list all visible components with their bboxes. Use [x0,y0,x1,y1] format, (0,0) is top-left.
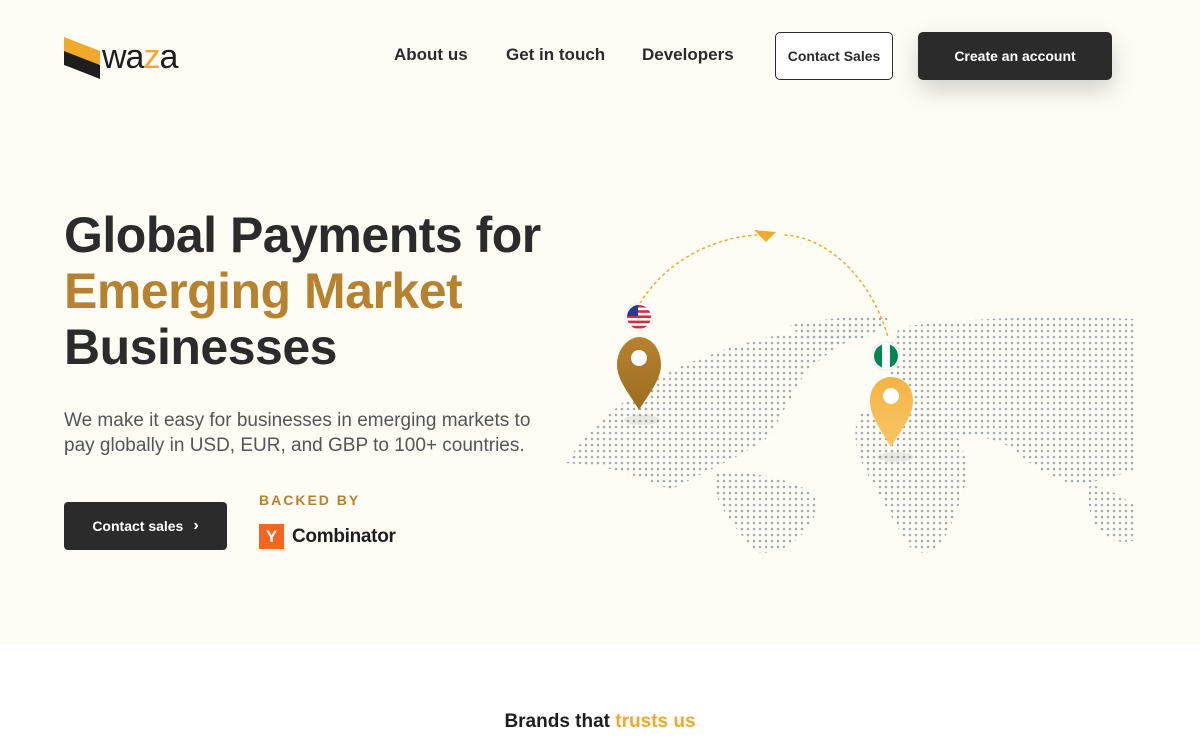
ycombinator-logo: Y Combinator [259,524,396,549]
backed-by-label: BACKED BY [259,492,361,508]
create-account-button[interactable]: Create an account [918,32,1112,80]
hero-headline: Global Payments for Emerging Market Busi… [64,207,564,375]
chevron-right-icon: › [193,517,199,534]
world-map-illustration [565,230,1136,553]
ycombinator-mark-icon: Y [259,524,284,549]
nav-get-in-touch[interactable]: Get in touch [506,45,605,65]
nav-developers[interactable]: Developers [642,45,734,65]
headline-line-2: Emerging Market [64,263,463,319]
hero-section: waza About us Get in touch Developers Co… [0,0,1200,645]
us-flag-icon [624,302,654,332]
logo-mark-icon [64,37,100,79]
headline-line-3: Businesses [64,319,337,375]
brands-heading: Brands that trusts us [0,711,1200,733]
paper-plane-icon [754,230,776,242]
hero-cta-label: Contact sales [92,518,184,534]
brands-heading-accent: trusts us [615,711,696,732]
contact-sales-button[interactable]: Contact Sales [775,32,893,80]
nigeria-flag-icon [871,341,901,371]
nav-about-us[interactable]: About us [394,45,468,65]
logo-wordmark: waza [102,38,178,76]
hero-subtext: We make it easy for businesses in emergi… [64,410,531,456]
headline-line-1: Global Payments for [64,207,541,263]
hero-contact-sales-button[interactable]: Contact sales › [64,502,227,550]
ycombinator-wordmark: Combinator [292,525,396,547]
brands-heading-prefix: Brands that [504,711,611,732]
waza-logo[interactable]: waza [64,34,194,80]
